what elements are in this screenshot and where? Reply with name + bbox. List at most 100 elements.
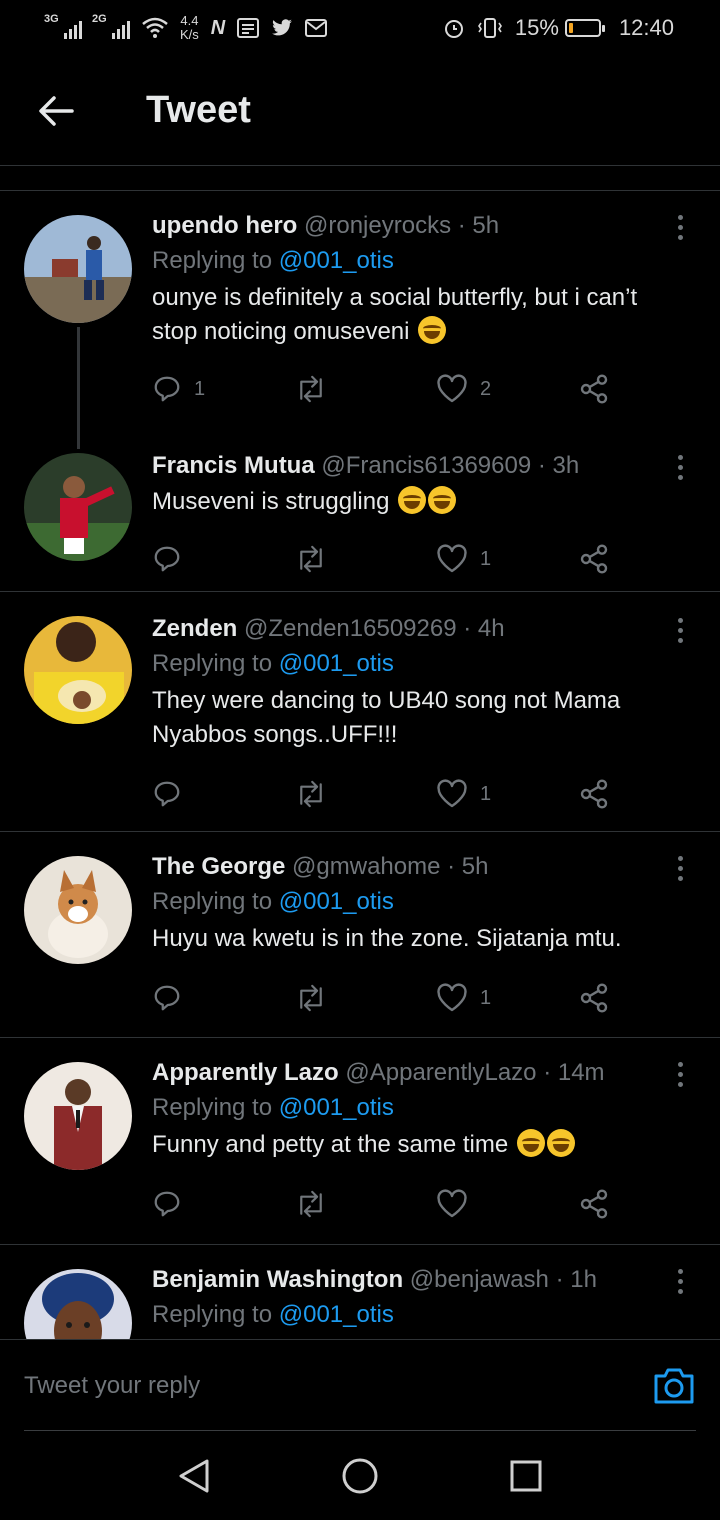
mention-link[interactable]: @001_otis <box>279 1301 394 1328</box>
like-button[interactable]: 1 <box>436 779 578 809</box>
laughing-emoji-icon <box>516 1129 545 1157</box>
replies-feed[interactable]: upendo hero @ronjeyrocks · 5h Replying t… <box>0 191 720 1339</box>
handle[interactable]: @benjawash <box>410 1266 549 1293</box>
share-button[interactable] <box>578 543 610 575</box>
mention-link[interactable]: @001_otis <box>279 888 394 915</box>
reply-icon <box>154 985 180 1011</box>
back-button[interactable] <box>28 83 84 139</box>
twitter-bird-icon <box>272 19 293 36</box>
more-options-button[interactable] <box>670 209 690 245</box>
tweet-text: ounye is definitely a social butterfly, … <box>152 284 638 345</box>
mention-link[interactable]: @001_otis <box>279 247 394 274</box>
reply-icon <box>154 781 180 807</box>
display-name[interactable]: The George <box>152 853 285 880</box>
divider <box>24 1430 696 1431</box>
battery-indicator: 15% <box>515 15 605 41</box>
replying-to: Replying to @001_otis <box>152 1094 394 1121</box>
network-speed: 4.4 K/s <box>180 13 199 42</box>
avatar[interactable] <box>24 856 132 964</box>
tweet-text: Huyu wa kwetu is in the zone. Sijatanja … <box>152 925 622 952</box>
reply-button[interactable] <box>152 779 294 809</box>
replying-to: Replying to @001_otis <box>152 1301 394 1328</box>
like-button[interactable] <box>436 1189 578 1219</box>
more-options-button[interactable] <box>670 1056 690 1092</box>
handle[interactable]: @ApparentlyLazo <box>345 1059 536 1086</box>
display-name[interactable]: Zenden <box>152 615 237 642</box>
display-name[interactable]: Francis Mutua <box>152 452 315 479</box>
heart-icon <box>437 1189 467 1218</box>
reply-button[interactable]: 1 <box>152 374 294 404</box>
avatar[interactable] <box>24 616 132 724</box>
more-options-button[interactable] <box>670 612 690 648</box>
handle[interactable]: @gmwahome <box>292 853 440 880</box>
clock: 12:40 <box>618 15 674 40</box>
share-icon <box>580 779 608 809</box>
timestamp: · 1h <box>555 1266 597 1293</box>
like-button[interactable]: 2 <box>436 374 578 404</box>
status-bar: 3G 2G 4.4 K/s N 15% 12:40 <box>0 0 720 56</box>
avatar[interactable] <box>24 453 132 561</box>
reply-tweet[interactable]: upendo hero @ronjeyrocks · 5h Replying t… <box>0 191 720 449</box>
mention-link[interactable]: @001_otis <box>279 650 394 677</box>
reply-tweet[interactable]: Apparently Lazo @ApparentlyLazo · 14m Re… <box>0 1038 720 1245</box>
signal-label: 3G <box>44 13 59 25</box>
display-name[interactable]: Apparently Lazo <box>152 1059 339 1086</box>
more-options-button[interactable] <box>670 850 690 886</box>
avatar[interactable] <box>24 1269 132 1339</box>
reply-tweet[interactable]: Zenden @Zenden16509269 · 4h Replying to … <box>0 592 720 832</box>
reply-composer[interactable]: Tweet your reply <box>0 1339 720 1431</box>
like-count: 1 <box>480 986 492 1009</box>
share-button[interactable] <box>578 982 610 1014</box>
timestamp: · 14m <box>543 1059 605 1086</box>
signal-2g-icon: 2G <box>92 13 130 39</box>
like-count: 2 <box>480 377 492 400</box>
retweet-button[interactable] <box>294 544 436 574</box>
mention-link[interactable]: @001_otis <box>279 1094 394 1121</box>
reply-button[interactable] <box>152 1189 294 1219</box>
reply-button[interactable] <box>152 544 294 574</box>
display-name[interactable]: Benjamin Washington <box>152 1266 403 1293</box>
tweet-actions: 1 2 <box>152 353 720 425</box>
like-count: 1 <box>480 782 492 805</box>
reply-tweet[interactable]: Francis Mutua @Francis61369609 · 3h Muse… <box>0 429 720 592</box>
reply-input[interactable]: Tweet your reply <box>24 1372 200 1400</box>
more-options-button[interactable] <box>670 1263 690 1299</box>
retweet-button[interactable] <box>294 779 436 809</box>
retweet-button[interactable] <box>294 983 436 1013</box>
nav-recents-button[interactable] <box>502 1452 550 1500</box>
square-recents-icon <box>510 1460 542 1492</box>
tweet-text: Funny and petty at the same time <box>152 1128 664 1162</box>
like-button[interactable]: 1 <box>436 544 578 574</box>
heart-icon <box>437 779 467 808</box>
share-button[interactable] <box>578 778 610 810</box>
heart-icon <box>437 544 467 573</box>
reply-button[interactable] <box>152 983 294 1013</box>
avatar[interactable] <box>24 215 132 323</box>
share-button[interactable] <box>578 373 610 405</box>
avatar[interactable] <box>24 1062 132 1170</box>
vibrate-icon <box>477 18 502 38</box>
timestamp: · 5h <box>447 853 489 880</box>
top-app-bar: Tweet <box>0 56 720 166</box>
handle[interactable]: @Zenden16509269 <box>244 615 457 642</box>
handle[interactable]: @Francis61369609 <box>321 452 531 479</box>
triangle-back-icon <box>179 1459 209 1493</box>
reply-tweet[interactable]: The George @gmwahome · 5h Replying to @0… <box>0 832 720 1038</box>
share-button[interactable] <box>578 1188 610 1220</box>
share-icon <box>580 983 608 1013</box>
timestamp: · 4h <box>463 615 505 642</box>
reply-icon <box>154 376 180 402</box>
tweet-actions: 1 <box>152 523 720 595</box>
replying-to: Replying to @001_otis <box>152 888 394 915</box>
retweet-icon <box>300 984 322 1012</box>
camera-button[interactable] <box>652 1364 696 1408</box>
retweet-button[interactable] <box>294 374 436 404</box>
nav-back-button[interactable] <box>170 1452 218 1500</box>
reply-tweet[interactable]: Benjamin Washington @benjawash · 1h Repl… <box>0 1245 720 1339</box>
more-options-button[interactable] <box>670 449 690 485</box>
handle[interactable]: @ronjeyrocks <box>304 212 451 239</box>
nav-home-button[interactable] <box>336 1452 384 1500</box>
display-name[interactable]: upendo hero <box>152 212 297 239</box>
retweet-button[interactable] <box>294 1189 436 1219</box>
like-button[interactable]: 1 <box>436 983 578 1013</box>
